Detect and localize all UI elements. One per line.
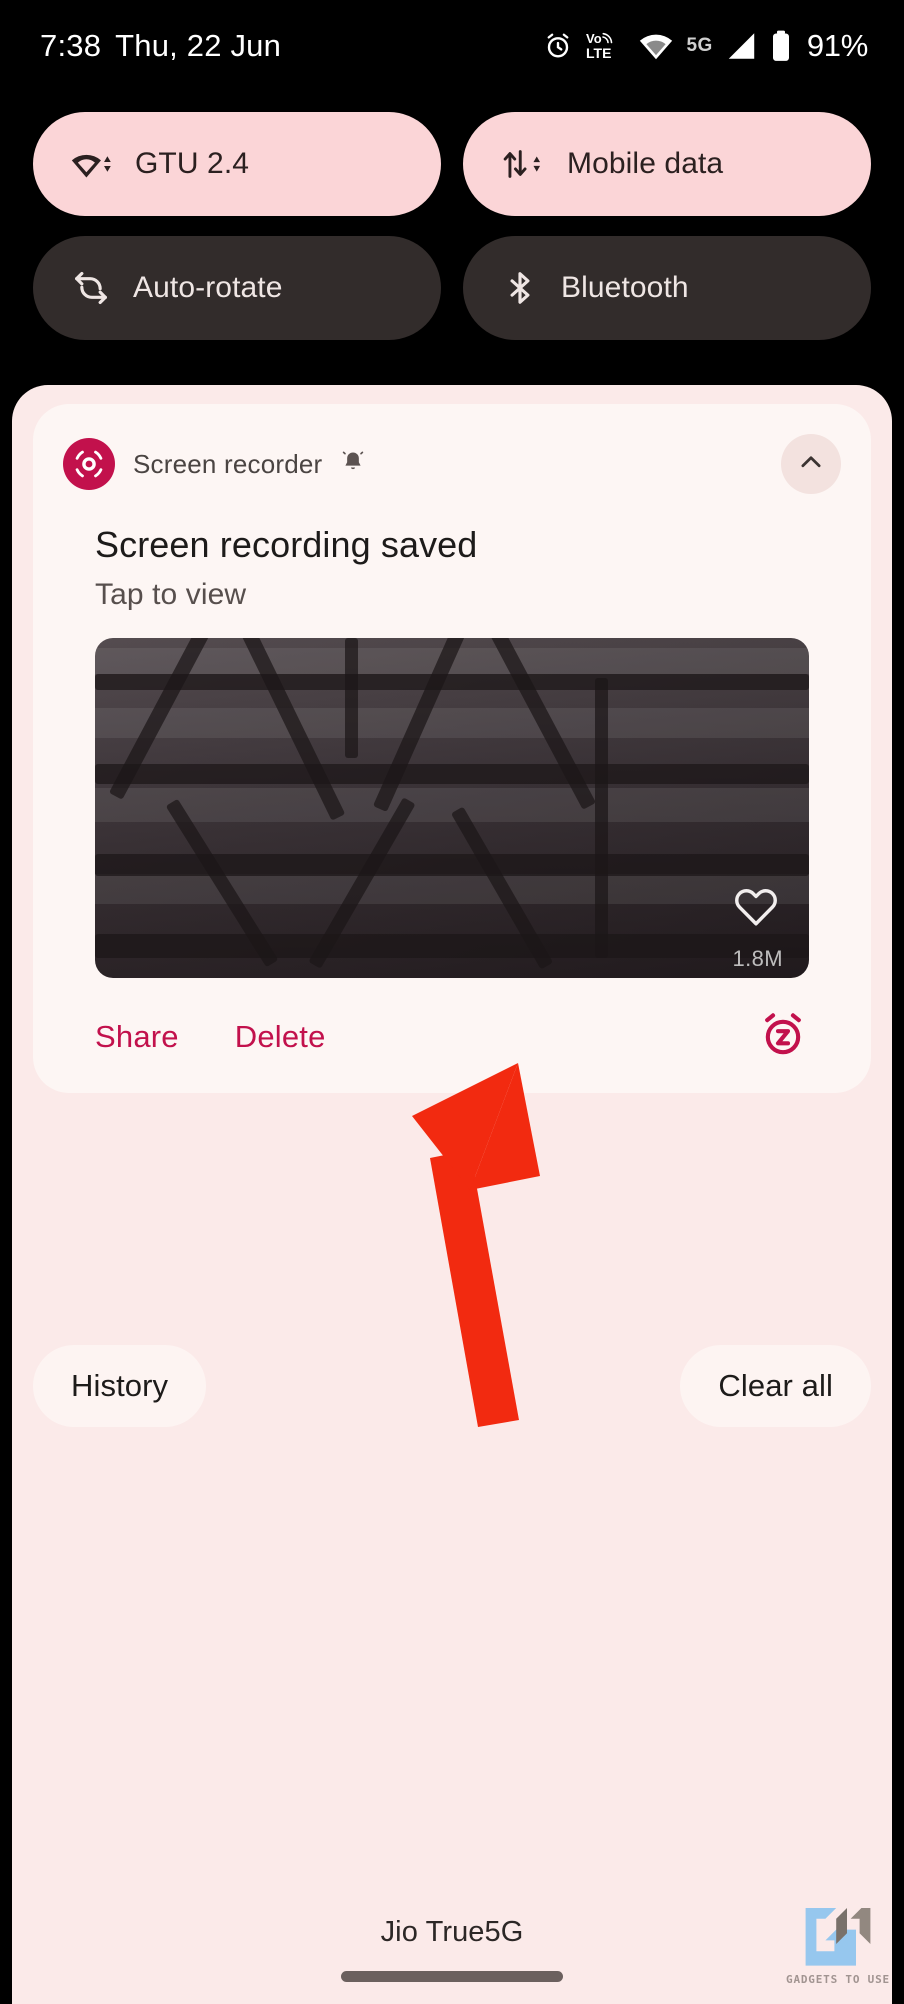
home-indicator[interactable] xyxy=(341,1971,563,1982)
bell-icon xyxy=(340,449,366,480)
quick-tile-mobile-data-label: Mobile data xyxy=(567,147,724,180)
quick-tile-wifi[interactable]: GTU 2.4 xyxy=(33,112,441,216)
quick-tile-auto-rotate[interactable]: Auto-rotate xyxy=(33,236,441,340)
heart-icon[interactable] xyxy=(733,885,779,932)
clock-date: Thu, 22 Jun xyxy=(115,28,282,63)
shade-footer: History Clear all xyxy=(33,1345,871,1427)
chevron-up-icon xyxy=(796,447,826,482)
auto-rotate-icon xyxy=(71,268,111,308)
status-bar-icons: Vo LTE 5G 91% xyxy=(543,28,868,64)
alarm-icon xyxy=(543,31,573,61)
network-type-label: 5G xyxy=(686,35,713,56)
battery-icon xyxy=(770,30,792,62)
mobile-data-icon xyxy=(501,147,545,181)
svg-text:LTE: LTE xyxy=(586,45,611,61)
gadgets-to-use-logo-icon xyxy=(805,1908,871,1966)
svg-text:Vo: Vo xyxy=(586,31,602,46)
volte-icon: Vo LTE xyxy=(586,30,626,62)
quick-settings-grid: GTU 2.4 Mobile data Auto-rotate Bluetoot… xyxy=(33,112,871,340)
quick-tile-bluetooth[interactable]: Bluetooth xyxy=(463,236,871,340)
thumb-beam xyxy=(95,764,809,784)
watermark-text: GADGETS TO USE xyxy=(786,1973,890,1986)
thumb-beam xyxy=(595,678,608,958)
notification-header: Screen recorder xyxy=(63,434,841,494)
collapse-notification-button[interactable] xyxy=(781,434,841,494)
thumbnail-size-label: 1.8M xyxy=(732,946,783,971)
thumb-beam xyxy=(95,674,809,690)
thumb-slat xyxy=(95,874,809,904)
snooze-alarm-icon[interactable] xyxy=(757,1008,809,1065)
clock-time: 7:38 xyxy=(40,28,102,63)
bluetooth-icon xyxy=(501,268,539,308)
wifi-icon xyxy=(71,147,113,181)
quick-tile-auto-rotate-label: Auto-rotate xyxy=(133,271,283,304)
status-bar: 7:38 Thu, 22 Jun Vo LTE 5G 91% xyxy=(0,0,904,92)
quick-tile-wifi-label: GTU 2.4 xyxy=(135,147,250,180)
quick-tile-bluetooth-label: Bluetooth xyxy=(561,271,689,304)
quick-tile-mobile-data[interactable]: Mobile data xyxy=(463,112,871,216)
thumb-beam xyxy=(95,934,809,958)
status-bar-clock[interactable]: 7:38 Thu, 22 Jun xyxy=(40,28,281,64)
clear-all-button[interactable]: Clear all xyxy=(680,1345,871,1427)
notification-subtitle: Tap to view xyxy=(95,578,247,611)
history-button[interactable]: History xyxy=(33,1345,207,1427)
screen-recorder-icon xyxy=(63,438,115,490)
signal-icon xyxy=(726,32,757,60)
share-button[interactable]: Share xyxy=(95,1019,179,1055)
watermark: GADGETS TO USE xyxy=(786,1904,890,1986)
delete-button[interactable]: Delete xyxy=(235,1019,326,1055)
thumb-slat xyxy=(95,708,809,738)
notification-title: Screen recording saved xyxy=(95,524,478,565)
phone-screen: 7:38 Thu, 22 Jun Vo LTE 5G 91% GTU 2.4 M… xyxy=(0,0,904,2004)
notification-card-screen-recorder[interactable]: Screen recorder Screen recording saved T… xyxy=(33,404,871,1093)
wifi-icon xyxy=(639,33,673,60)
notification-actions: Share Delete xyxy=(95,1008,809,1065)
recording-thumbnail[interactable]: 1.8M xyxy=(95,638,809,978)
notification-app-name: Screen recorder xyxy=(133,448,323,479)
battery-percent-label: 91% xyxy=(806,28,868,63)
thumb-beam xyxy=(345,638,358,758)
carrier-label: Jio True5G xyxy=(380,1916,524,1948)
